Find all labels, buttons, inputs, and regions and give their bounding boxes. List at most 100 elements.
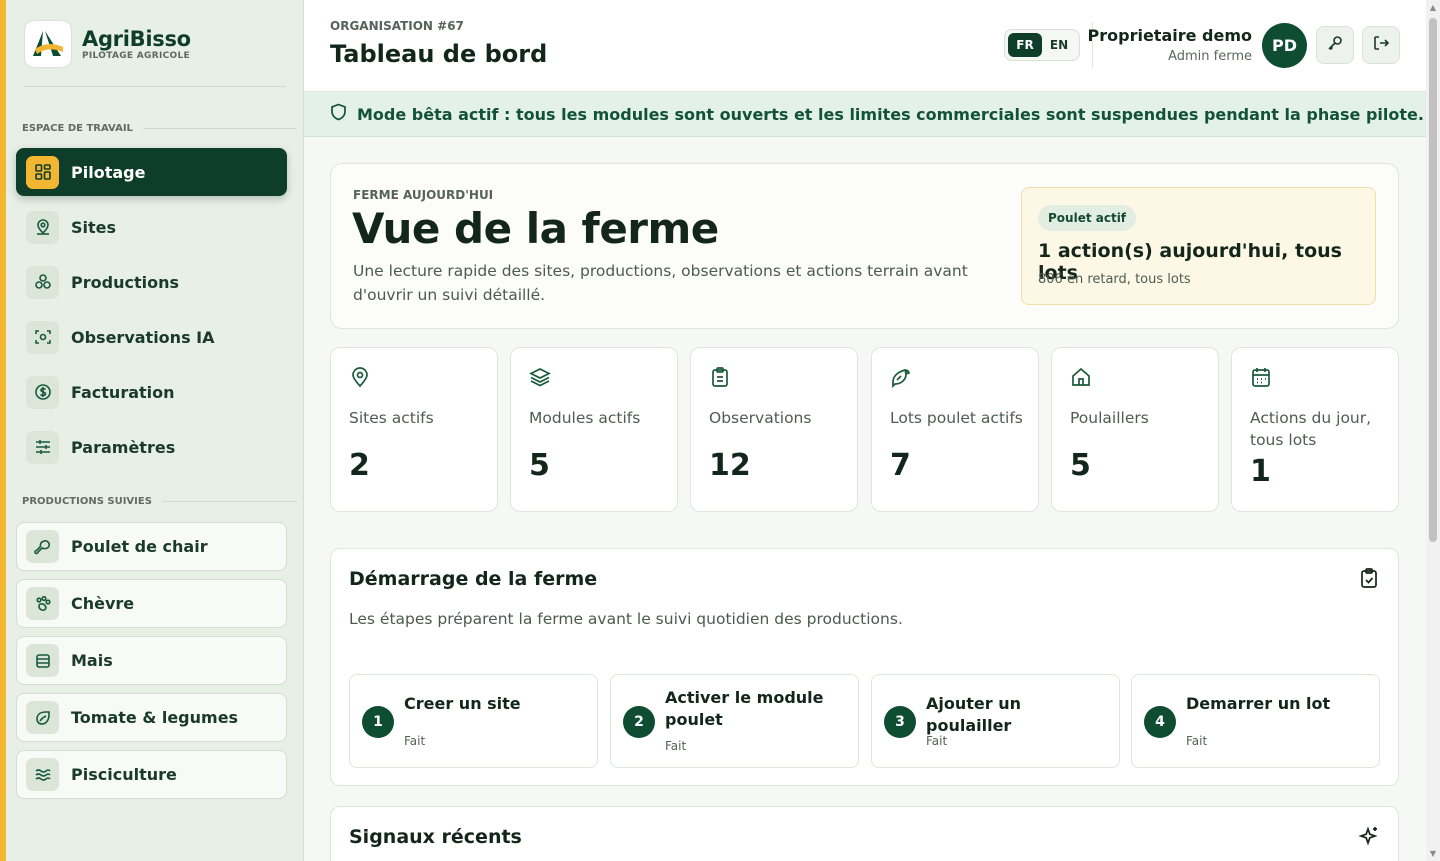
- step-name: Ajouter un poulailler: [926, 694, 1021, 735]
- stat-card-modules[interactable]: Modules actifs 5: [510, 347, 678, 512]
- stat-card-observations[interactable]: Observations 12: [690, 347, 858, 512]
- hero-kicker: FERME AUJOURD'HUI: [353, 188, 494, 202]
- stat-value: 12: [709, 448, 751, 483]
- stat-card-lots[interactable]: Lots poulet actifs 7: [871, 347, 1039, 512]
- sidebar-item-facturation[interactable]: Facturation: [16, 368, 287, 416]
- logout-icon: [1372, 34, 1390, 56]
- hero-title: Vue de la ferme: [352, 204, 719, 253]
- bird-icon: [890, 366, 912, 392]
- today-actions-card[interactable]: Poulet actif 1 action(s) aujourd'hui, to…: [1021, 187, 1376, 305]
- stat-card-sites[interactable]: Sites actifs 2: [330, 347, 498, 512]
- top-header: ORGANISATION #67 Tableau de bord FR EN P…: [304, 0, 1426, 92]
- stat-label: Actions du jour, tous lots: [1250, 409, 1372, 449]
- step-number: 3: [884, 706, 916, 738]
- sidebar-item-parametres[interactable]: Paramètres: [16, 423, 287, 471]
- workspace-section-label: ESPACE DE TRAVAIL: [22, 123, 297, 134]
- sidebar-item-label: Sites: [71, 217, 117, 237]
- key-icon: [1326, 34, 1344, 56]
- home-icon: [1070, 366, 1092, 392]
- sidebar: AgriBisso PILOTAGE AGRICOLE ESPACE DE TR…: [6, 0, 304, 861]
- scan-icon: [26, 320, 59, 354]
- waves-icon: [26, 758, 59, 791]
- page-title: Tableau de bord: [330, 40, 548, 68]
- startup-step[interactable]: 4 Demarrer un lot Fait: [1131, 674, 1380, 768]
- sidebar-item-productions[interactable]: Productions: [16, 258, 287, 306]
- lang-fr-button[interactable]: FR: [1008, 33, 1042, 57]
- production-item-label: Pisciculture: [71, 765, 177, 784]
- panel-description: Les étapes préparent la ferme avant le s…: [349, 610, 903, 628]
- production-item-pisciculture[interactable]: Pisciculture: [16, 750, 287, 799]
- step-state: Fait: [1186, 734, 1208, 748]
- production-item-chevre[interactable]: Chèvre: [16, 579, 287, 628]
- panel-title: Démarrage de la ferme: [349, 568, 598, 590]
- logout-button[interactable]: [1362, 26, 1400, 64]
- step-state: Fait: [665, 739, 687, 753]
- sidebar-item-pilotage[interactable]: Pilotage: [16, 148, 287, 196]
- step-state: Fait: [926, 734, 948, 748]
- lang-en-button[interactable]: EN: [1042, 33, 1076, 57]
- production-item-label: Poulet de chair: [71, 537, 208, 556]
- grain-icon: [26, 644, 59, 677]
- leaf-icon: [26, 701, 59, 734]
- paw-icon: [26, 587, 59, 620]
- hero-description: Une lecture rapide des sites, production…: [353, 262, 968, 304]
- layers-icon: [529, 366, 551, 392]
- map-pin-icon: [349, 366, 371, 392]
- org-label: ORGANISATION #67: [330, 19, 464, 33]
- dollar-icon: [26, 375, 59, 409]
- startup-step[interactable]: 1 Creer un site Fait: [349, 674, 598, 768]
- production-item-mais[interactable]: Mais: [16, 636, 287, 685]
- stat-label: Lots poulet actifs: [890, 409, 1023, 427]
- production-item-label: Tomate & legumes: [71, 708, 239, 727]
- stat-label: Poulaillers: [1070, 409, 1149, 427]
- dashboard-icon: [26, 155, 59, 189]
- farm-startup-panel: Démarrage de la ferme Les étapes prépare…: [330, 548, 1399, 786]
- sparkles-icon: [1358, 825, 1380, 851]
- stat-card-actions[interactable]: Actions du jour, tous lots 1: [1231, 347, 1399, 512]
- language-switch: FR EN: [1004, 29, 1080, 61]
- sidebar-item-sites[interactable]: Sites: [16, 203, 287, 251]
- brand[interactable]: AgriBisso PILOTAGE AGRICOLE: [24, 20, 191, 68]
- step-name: Activer le module poulet: [665, 688, 824, 729]
- map-pin-icon: [26, 210, 59, 244]
- stat-card-poulaillers[interactable]: Poulaillers 5: [1051, 347, 1219, 512]
- user-role: Admin ferme: [1168, 49, 1252, 64]
- sliders-icon: [26, 430, 59, 464]
- scroll-down-arrow-icon[interactable]: ▼: [1429, 850, 1437, 858]
- clipboard-icon: [709, 366, 731, 392]
- step-number: 4: [1144, 706, 1176, 738]
- step-number: 2: [623, 706, 655, 738]
- step-name: Creer un site: [404, 694, 521, 713]
- logo: [24, 20, 72, 68]
- startup-step[interactable]: 2 Activer le module poulet Fait: [610, 674, 859, 768]
- calendar-icon: [1250, 366, 1272, 392]
- step-number: 1: [362, 706, 394, 738]
- shield-icon: [330, 103, 347, 125]
- production-item-tomate[interactable]: Tomate & legumes: [16, 693, 287, 742]
- sidebar-divider: [24, 86, 286, 87]
- sidebar-item-label: Observations IA: [71, 327, 215, 347]
- panel-title: Signaux récents: [349, 826, 522, 848]
- stat-value: 2: [349, 448, 370, 483]
- clipboard-check-icon: [1358, 567, 1380, 593]
- stat-label: Observations: [709, 409, 812, 427]
- sidebar-item-observations[interactable]: Observations IA: [16, 313, 287, 361]
- stat-value: 1: [1250, 454, 1271, 489]
- production-item-label: Mais: [71, 651, 113, 670]
- sidebar-item-label: Paramètres: [71, 437, 176, 457]
- production-item-poulet[interactable]: Poulet de chair: [16, 522, 287, 571]
- password-button[interactable]: [1316, 26, 1354, 64]
- brand-name: AgriBisso: [82, 27, 191, 51]
- stat-value: 5: [529, 448, 550, 483]
- startup-step[interactable]: 3 Ajouter un poulailler Fait: [871, 674, 1120, 768]
- stat-label: Sites actifs: [349, 409, 434, 427]
- scrollbar-thumb[interactable]: [1429, 18, 1437, 542]
- farm-overview-hero: FERME AUJOURD'HUI Vue de la ferme Une le…: [330, 163, 1399, 329]
- active-production-pill: Poulet actif: [1038, 205, 1137, 231]
- avatar[interactable]: PD: [1262, 23, 1307, 68]
- productions-icon: [26, 265, 59, 299]
- beta-banner-text: Mode bêta actif : tous les modules sont …: [357, 104, 1424, 124]
- scroll-up-arrow-icon[interactable]: ▲: [1429, 4, 1437, 12]
- beta-banner: Mode bêta actif : tous les modules sont …: [304, 92, 1426, 137]
- user-name: Proprietaire demo: [1087, 26, 1253, 45]
